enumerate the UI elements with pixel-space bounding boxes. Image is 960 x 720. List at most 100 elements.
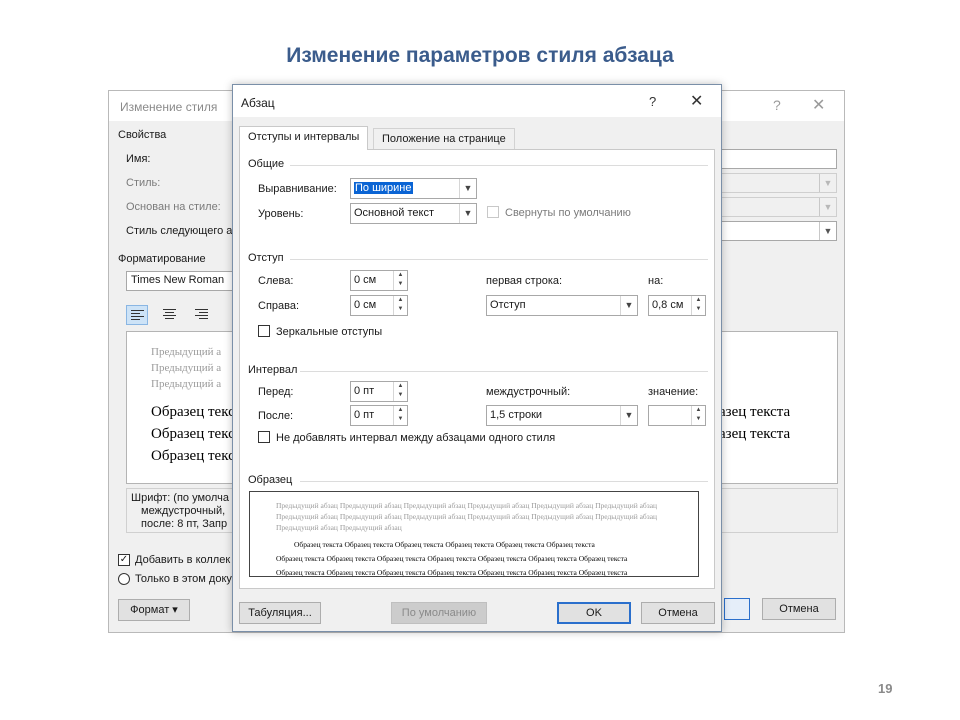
alignment-label: Выравнивание: <box>258 183 337 195</box>
only-this-doc-label: Только в этом доку <box>135 573 232 585</box>
first-line-label: первая строка: <box>486 275 563 287</box>
formatting-header: Форматирование <box>118 253 206 265</box>
name-label: Имя: <box>126 153 151 165</box>
section-divider <box>300 371 708 372</box>
bg-ok-button[interactable] <box>724 598 750 620</box>
chevron-down-icon: ▼ <box>459 179 476 198</box>
section-divider <box>290 259 708 260</box>
general-section-header: Общие <box>248 158 285 170</box>
chevron-down-icon: ▼ <box>819 198 836 216</box>
first-line-select[interactable]: Отступ ▼ <box>486 295 638 316</box>
preview-prev-line: Предыдущий абзац Предыдущий абзац Предыд… <box>276 512 658 521</box>
next-style-select[interactable]: ▼ <box>721 221 837 241</box>
tab-line-page-breaks[interactable]: Положение на странице <box>373 128 515 150</box>
spacing-before-spinner[interactable]: 0 пт ▲ ▼ <box>350 381 408 402</box>
next-style-label: Стиль следующего а <box>126 225 233 237</box>
spinner-arrows[interactable]: ▲ ▼ <box>393 382 407 401</box>
preview-prev-line: Предыдущий а <box>151 362 222 374</box>
align-left-button[interactable] <box>126 305 148 325</box>
cancel-button[interactable]: Отмена <box>641 602 715 624</box>
paragraph-titlebar: Абзац ? ✕ <box>233 85 721 117</box>
paragraph-dialog: Абзац ? ✕ Отступы и интервалы Положение … <box>232 84 722 632</box>
section-divider <box>300 481 708 482</box>
indent-right-spinner[interactable]: 0 см ▲ ▼ <box>350 295 408 316</box>
outline-level-value: Основной текст <box>354 207 434 219</box>
mirror-indents-checkbox[interactable] <box>258 325 270 337</box>
tabs-button[interactable]: Табуляция... <box>239 602 321 624</box>
close-icon[interactable]: ✕ <box>812 95 825 115</box>
set-as-default-button[interactable]: По умолчанию <box>391 602 487 624</box>
based-on-select[interactable]: ▼ <box>721 197 837 217</box>
preview-sample-line: Образец текс <box>151 404 235 420</box>
spacing-at-label: значение: <box>648 386 699 398</box>
collapsed-checkbox[interactable] <box>487 206 499 218</box>
paragraph-dialog-title: Абзац <box>241 96 275 110</box>
help-icon[interactable]: ? <box>649 94 656 109</box>
outline-level-label: Уровень: <box>258 208 304 220</box>
indent-left-label: Слева: <box>258 275 294 287</box>
mirror-indents-label: Зеркальные отступы <box>276 326 383 338</box>
indent-left-spinner[interactable]: 0 см ▲ ▼ <box>350 270 408 291</box>
collapsed-label: Свернуты по умолчанию <box>505 207 631 219</box>
spinner-arrows[interactable]: ▲ ▼ <box>393 271 407 290</box>
preview-prev-line: Предыдущий а <box>151 346 222 358</box>
spinner-arrows[interactable]: ▲ ▼ <box>691 406 705 425</box>
spinner-arrows[interactable]: ▲ ▼ <box>393 406 407 425</box>
page-number: 19 <box>878 681 893 696</box>
arrow-up-icon: ▲ <box>397 383 404 389</box>
preview-sample-line: Образец текс <box>151 448 235 464</box>
chevron-down-icon: ▼ <box>819 222 836 240</box>
align-right-icon <box>195 309 208 321</box>
indent-section-header: Отступ <box>248 252 284 264</box>
arrow-up-icon: ▲ <box>695 407 702 413</box>
based-on-label: Основан на стиле: <box>126 201 221 213</box>
arrow-down-icon: ▼ <box>397 306 404 312</box>
style-type-select[interactable]: ▼ <box>721 173 837 193</box>
preview-prev-line: Предыдущий а <box>151 378 222 390</box>
line-spacing-value: 1,5 строки <box>490 409 543 421</box>
arrow-down-icon: ▼ <box>695 306 702 312</box>
tab-indents-spacing[interactable]: Отступы и интервалы <box>239 126 369 150</box>
spacing-after-label: После: <box>258 410 294 422</box>
indent-right-label: Справа: <box>258 300 300 312</box>
alignment-select[interactable]: По ширине ▼ <box>350 178 477 199</box>
only-this-doc-radio[interactable] <box>118 573 130 585</box>
indent-by-spinner[interactable]: 0,8 см ▲ ▼ <box>648 295 706 316</box>
no-space-same-style-checkbox[interactable] <box>258 431 270 443</box>
bg-cancel-button[interactable]: Отмена <box>762 598 836 620</box>
align-right-button[interactable] <box>191 305 213 325</box>
ok-button[interactable]: OK <box>557 602 631 624</box>
paragraph-preview: Предыдущий абзац Предыдущий абзац Предыд… <box>249 491 699 577</box>
first-line-value: Отступ <box>490 299 526 311</box>
preview-section-header: Образец <box>248 474 293 486</box>
arrow-down-icon: ▼ <box>397 416 404 422</box>
preview-prev-line: Предыдущий абзац Предыдущий абзац <box>276 523 402 532</box>
add-to-gallery-checkbox[interactable]: ✓ <box>118 554 130 566</box>
chevron-down-icon: ▼ <box>819 174 836 192</box>
style-type-label: Стиль: <box>126 177 161 189</box>
arrow-down-icon: ▼ <box>397 281 404 287</box>
spinner-arrows[interactable]: ▲ ▼ <box>691 296 705 315</box>
preview-sample-line: азец текста <box>719 426 791 442</box>
preview-sample-line: Образец текс <box>151 426 235 442</box>
line-spacing-select[interactable]: 1,5 строки ▼ <box>486 405 638 426</box>
spacing-before-value: 0 пт <box>354 385 375 397</box>
style-name-input[interactable] <box>721 149 837 169</box>
close-icon[interactable]: ✕ <box>690 91 703 111</box>
indent-right-value: 0 см <box>354 299 377 311</box>
help-icon[interactable]: ? <box>773 97 781 113</box>
preview-sample-line: азец текста <box>719 404 791 420</box>
spinner-arrows[interactable]: ▲ ▼ <box>393 296 407 315</box>
indent-left-value: 0 см <box>354 274 377 286</box>
chevron-down-icon: ▼ <box>459 204 476 223</box>
arrow-down-icon: ▼ <box>397 392 404 398</box>
indent-by-label: на: <box>648 275 664 287</box>
arrow-down-icon: ▼ <box>695 416 702 422</box>
chevron-down-icon: ▼ <box>620 296 637 315</box>
spacing-after-spinner[interactable]: 0 пт ▲ ▼ <box>350 405 408 426</box>
align-center-button[interactable] <box>159 305 181 325</box>
format-button[interactable]: Формат ▾ <box>118 599 190 621</box>
spacing-at-spinner[interactable]: ▲ ▼ <box>648 405 706 426</box>
preview-sample-line: Образец текста Образец текста Образец те… <box>276 554 628 563</box>
outline-level-select[interactable]: Основной текст ▼ <box>350 203 477 224</box>
